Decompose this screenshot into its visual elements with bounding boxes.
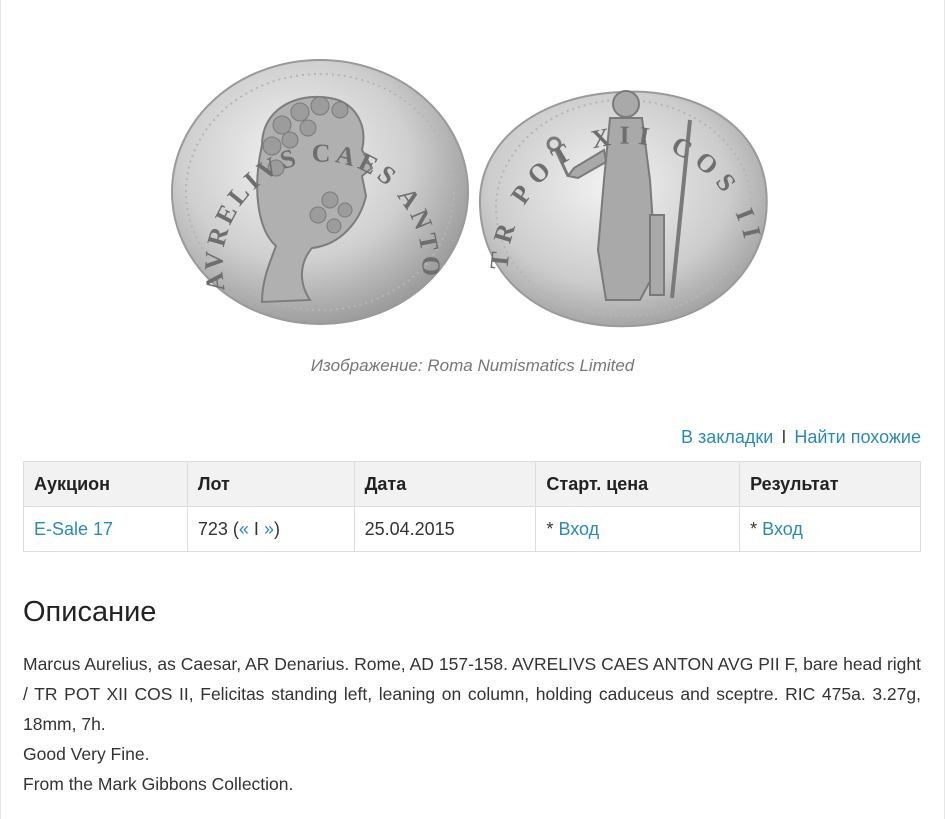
header-lot: Лот [186,461,355,507]
cell-result: * Вход [739,506,921,552]
result-prefix: * [750,518,758,539]
actions-separator: I [781,427,787,447]
coin-image[interactable]: AVRELIVS CAES ANTON AVG PII F TR POT XII… [0,0,945,350]
header-auction: Аукцион [23,461,188,507]
header-date: Дата [353,461,537,507]
header-result: Результат [739,461,921,507]
result-login-link[interactable]: Вход [762,519,803,539]
cell-lot: 723 (« I ») [186,506,355,552]
start-price-prefix: * [546,518,554,539]
lot-number: 723 [197,518,228,539]
description-title: Описание [23,596,157,628]
auction-link[interactable]: E-Sale 17 [34,519,113,539]
description-grade: Good Very Fine. [23,744,150,764]
lot-nav-separator: I [253,518,259,539]
coin-image-svg: AVRELIVS CAES ANTON AVG PII F TR POT XII… [0,0,768,328]
lot-actions: В закладки I Найти похожие [681,427,921,448]
image-caption: Изображение: Roma Numismatics Limited [310,356,635,375]
description-body: Marcus Aurelius, as Caesar, AR Denarius.… [23,649,921,799]
bookmark-link[interactable]: В закладки [681,427,773,447]
header-start-price: Старт. цена [535,461,741,507]
next-lot-link[interactable]: » [264,519,274,539]
table-header-row: Аукцион Лот Дата Старт. цена Результат [23,461,921,507]
find-similar-link[interactable]: Найти похожие [794,427,921,447]
cell-start-price: * Вход [535,506,741,552]
coin-reverse: TR POT XII COS II [478,90,768,328]
prev-lot-link[interactable]: « [239,519,249,539]
start-price-login-link[interactable]: Вход [558,519,599,539]
description-provenance: From the Mark Gibbons Collection. [23,774,294,794]
cell-auction: E-Sale 17 [23,506,188,552]
lot-info-table: Аукцион Лот Дата Старт. цена Результат E… [23,461,921,552]
table-row: E-Sale 17 723 (« I ») 25.04.2015 * Вход … [23,506,921,552]
description-paragraph: Marcus Aurelius, as Caesar, AR Denarius.… [23,654,921,734]
cell-date: 25.04.2015 [353,506,537,552]
coin-obverse: AVRELIVS CAES ANTON AVG PII F [0,0,469,325]
